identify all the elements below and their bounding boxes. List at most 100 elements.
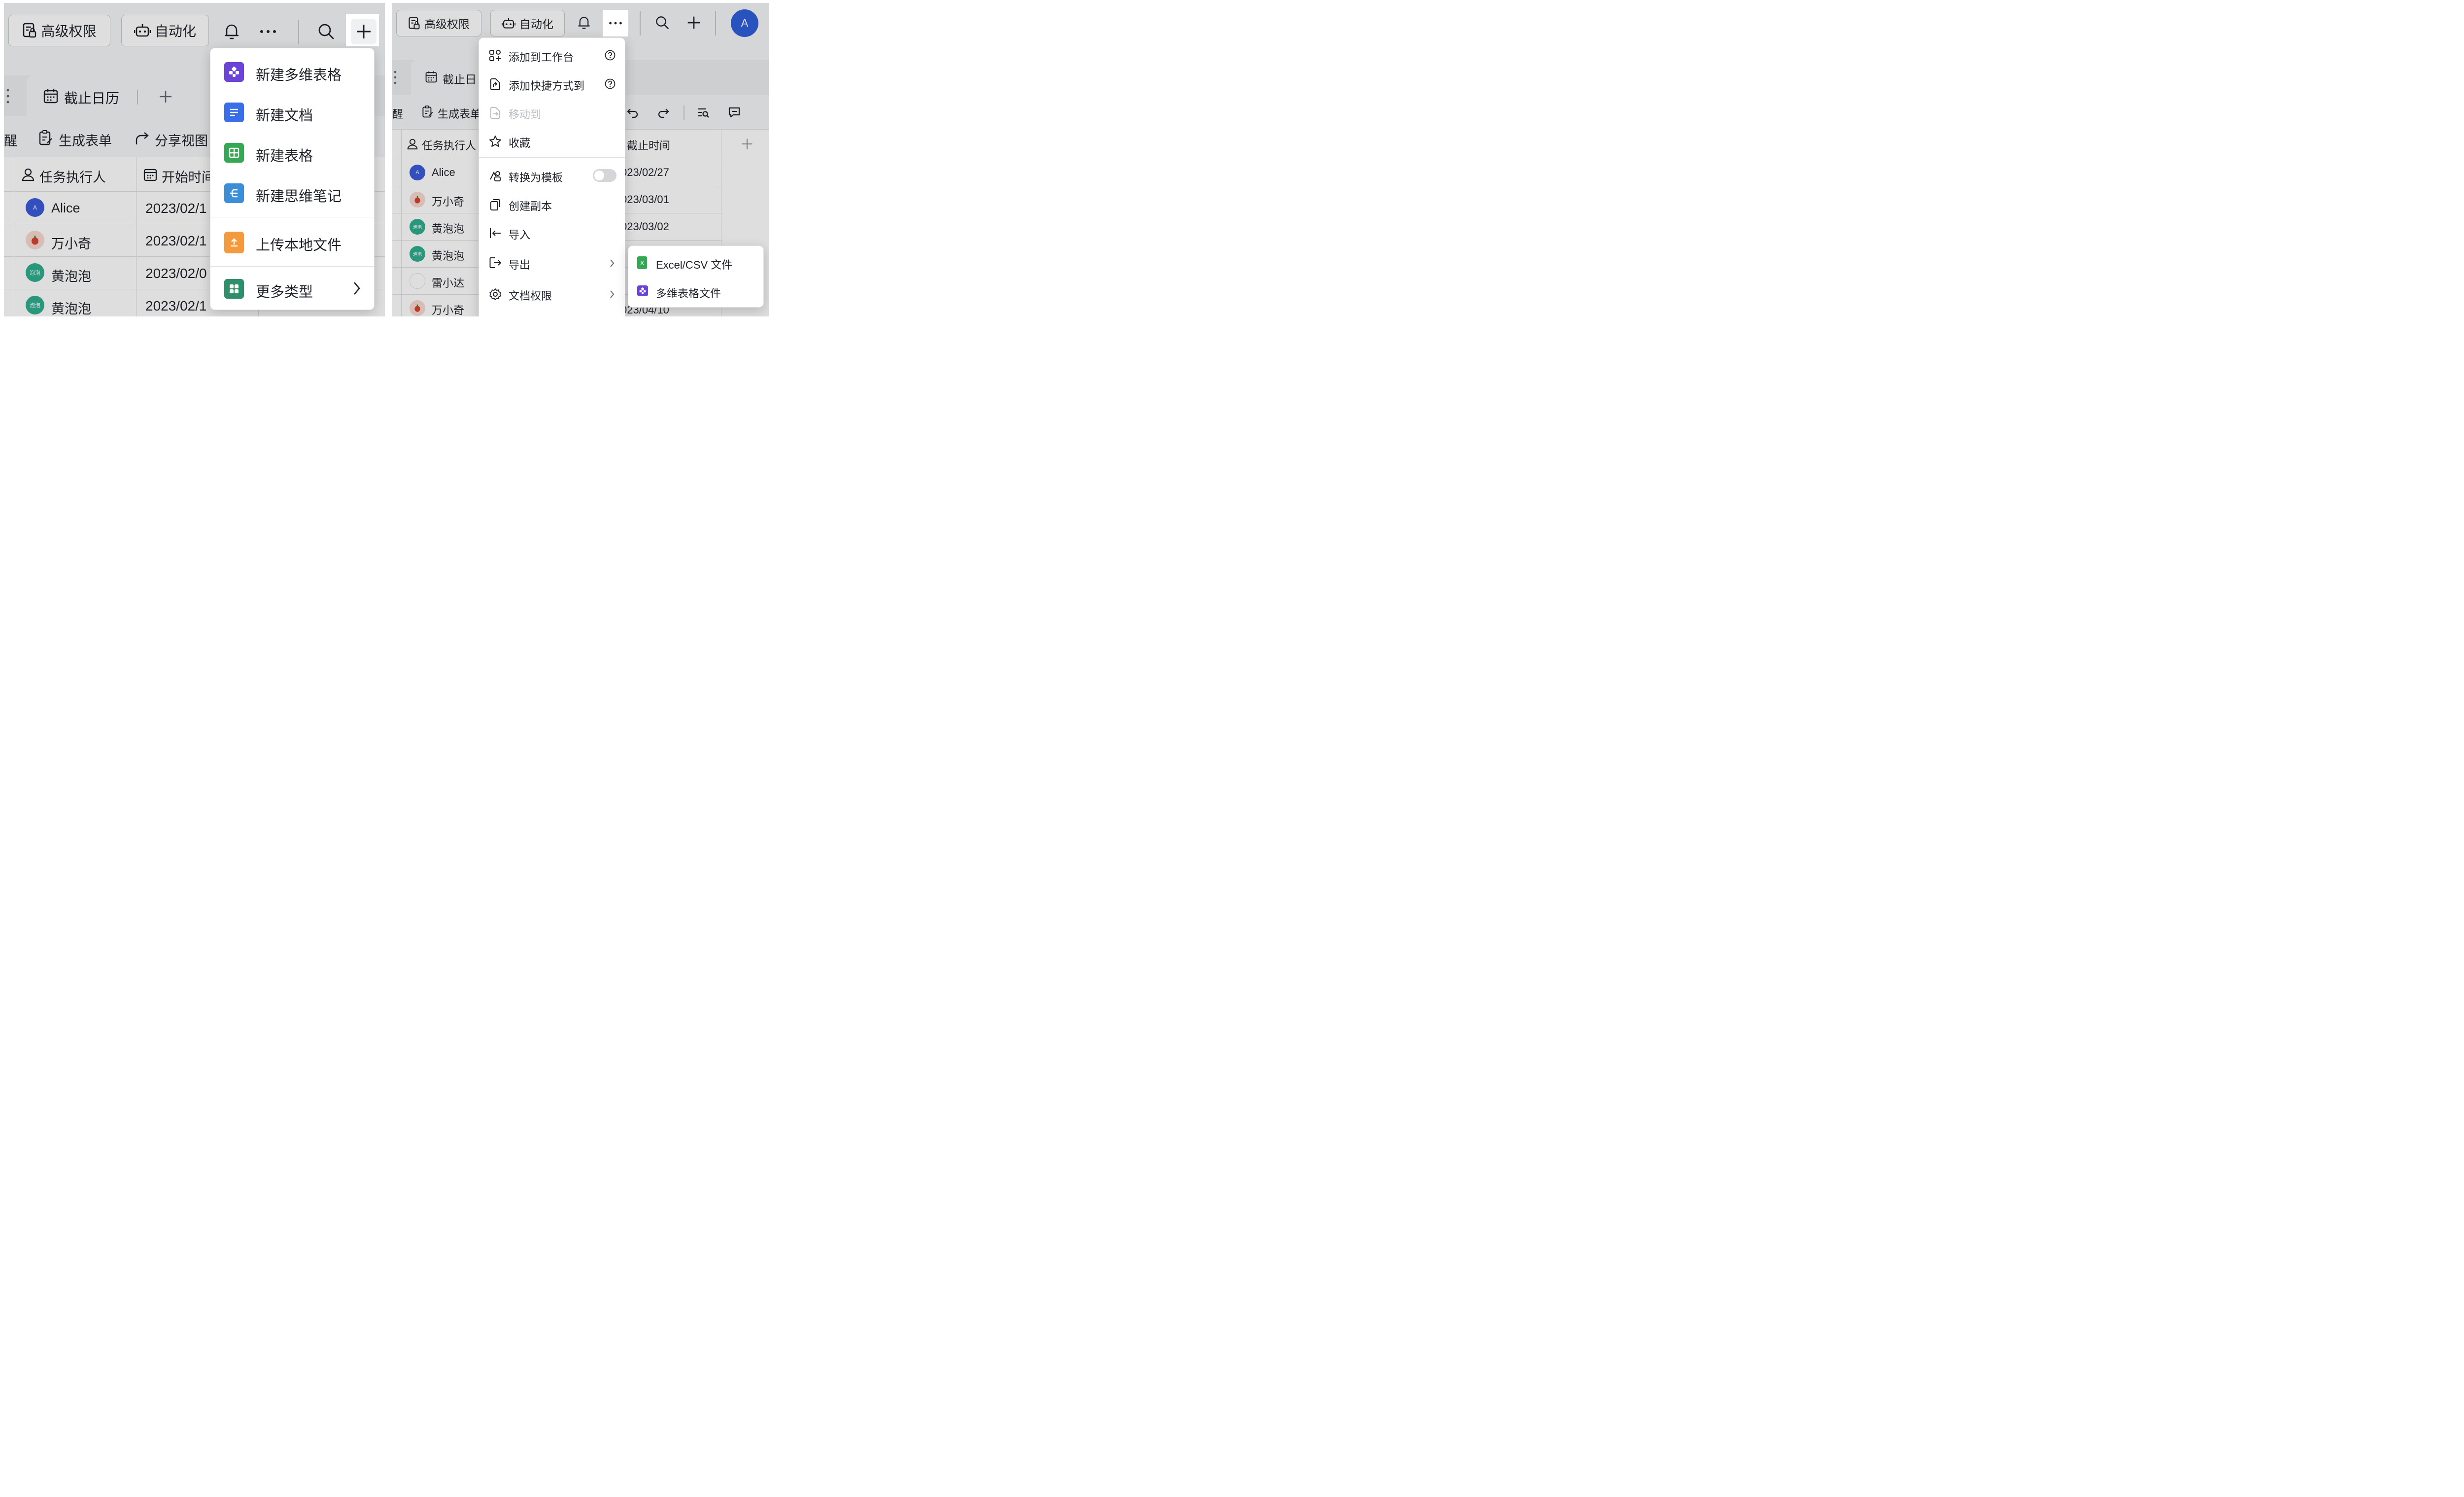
find-icon[interactable] xyxy=(696,104,712,120)
avatar: 泡泡 xyxy=(410,246,425,262)
star-icon xyxy=(489,135,502,150)
share-view-action[interactable]: 分享视图 xyxy=(155,130,208,149)
avatar xyxy=(410,273,425,289)
menu-item-label: 新建多维表格 xyxy=(256,68,342,83)
date-column-icon xyxy=(143,168,157,184)
pepper-icon xyxy=(414,304,420,312)
menu-item-doc-permission[interactable]: 文档权限 xyxy=(479,282,625,305)
user-avatar[interactable]: A xyxy=(731,9,758,37)
menu-item-export[interactable]: 导出 xyxy=(482,249,622,277)
export-bitable-file[interactable]: 多维表格文件 xyxy=(628,279,763,304)
bitable-icon xyxy=(637,285,648,296)
template-toggle[interactable] xyxy=(593,169,616,182)
add-button[interactable] xyxy=(351,19,376,44)
row-assignee: 雷小达 xyxy=(432,277,465,289)
bell-icon[interactable] xyxy=(221,21,242,42)
more-menu: 添加到工作台 添加快捷方式到 移动到 收藏 转换为模板 创建副本 导入 导出 文… xyxy=(479,37,625,316)
left-tab-dots[interactable] xyxy=(6,88,11,104)
more-dots-icon[interactable] xyxy=(257,21,279,42)
export-excel-csv[interactable]: X Excel/CSV 文件 xyxy=(628,250,763,276)
menu-item-move-to: 移动到 xyxy=(479,101,625,124)
import-icon xyxy=(489,227,502,242)
template-icon xyxy=(489,170,502,185)
menu-item-label: 上传本地文件 xyxy=(256,238,342,253)
toolbar-divider xyxy=(298,20,299,44)
avatar xyxy=(410,192,425,208)
avatar xyxy=(26,231,44,249)
menu-item-label: 导出 xyxy=(509,259,531,271)
avatar: 泡泡 xyxy=(26,263,44,282)
row-assignee: 万小奇 xyxy=(432,196,465,208)
chevron-right-icon xyxy=(352,281,361,298)
menu-item-add-to-workspace[interactable]: 添加到工作台 xyxy=(479,44,625,67)
column-header-due-time[interactable]: 截止时间 xyxy=(627,137,670,153)
menu-item-new-sheet[interactable]: 新建表格 xyxy=(210,138,374,168)
row-start-date: 2023/02/1 xyxy=(145,233,207,248)
mindnote-icon xyxy=(224,183,244,203)
more-dots-icon[interactable] xyxy=(605,14,626,33)
more-types-icon xyxy=(224,279,244,299)
menu-item-new-mindnote[interactable]: 新建思维笔记 xyxy=(210,178,374,208)
row-assignee: Alice xyxy=(51,201,80,215)
person-icon xyxy=(22,168,34,184)
undo-icon[interactable] xyxy=(625,104,641,120)
avatar: A xyxy=(410,165,425,180)
robot-icon xyxy=(502,18,515,29)
shortcut-icon xyxy=(489,78,502,93)
gear-icon xyxy=(489,288,502,303)
menu-item-label: 更多类型 xyxy=(256,284,313,300)
right-tab-dots[interactable] xyxy=(393,70,398,85)
advanced-permission-button[interactable]: 高级权限 xyxy=(8,15,110,46)
add-column-icon[interactable] xyxy=(739,136,755,152)
column-header-start-time[interactable]: 开始时间 xyxy=(162,167,215,186)
add-icon[interactable] xyxy=(685,14,703,32)
form-icon xyxy=(38,130,53,148)
menu-item-label: 文档权限 xyxy=(509,290,552,302)
search-icon[interactable] xyxy=(315,21,337,42)
row-due-date: 023/02/27 xyxy=(621,166,669,178)
menu-item-duplicate[interactable]: 创建副本 xyxy=(479,193,625,215)
add-tab-icon[interactable] xyxy=(157,88,174,105)
bell-icon[interactable] xyxy=(575,14,593,32)
form-icon xyxy=(422,105,434,121)
column-header-assignee[interactable]: 任务执行人 xyxy=(422,137,476,153)
help-icon[interactable] xyxy=(605,50,616,63)
avatar: A xyxy=(26,198,44,217)
row-assignee: Alice xyxy=(432,166,455,178)
menu-item-add-shortcut[interactable]: 添加快捷方式到 xyxy=(479,72,625,95)
column-header-assignee[interactable]: 任务执行人 xyxy=(39,167,106,186)
reminder-action[interactable]: 醒 xyxy=(392,105,403,121)
row-start-date: 2023/02/0 xyxy=(145,266,207,281)
menu-item-label: 转换为模板 xyxy=(509,172,563,184)
automation-button[interactable]: 自动化 xyxy=(121,15,209,46)
search-icon[interactable] xyxy=(653,14,671,32)
generate-form-action[interactable]: 生成表单 xyxy=(59,130,112,149)
row-due-date: 023/03/02 xyxy=(621,220,669,233)
reminder-action[interactable]: 醒 xyxy=(4,130,17,149)
right-panel: 高级权限 自动化 A 截止日 醒 生成表单 任务执行人 截止时间 A Alice… xyxy=(392,3,769,316)
automation-label: 自动化 xyxy=(519,18,553,31)
tab-calendar-label: 截止日历 xyxy=(64,91,120,106)
chevron-right-icon xyxy=(609,289,615,302)
advanced-permission-button[interactable]: 高级权限 xyxy=(396,10,481,36)
menu-item-import[interactable]: 导入 xyxy=(479,221,625,244)
menu-item-new-doc[interactable]: 新建文档 xyxy=(210,98,374,127)
menu-item-upload-file[interactable]: 上传本地文件 xyxy=(213,221,371,263)
menu-item-label: 新建表格 xyxy=(256,148,313,164)
workspace-add-icon xyxy=(489,49,502,65)
help-icon[interactable] xyxy=(605,78,616,92)
menu-item-favorite[interactable]: 收藏 xyxy=(479,130,625,152)
avatar: 泡泡 xyxy=(26,296,44,314)
menu-item-new-bitable[interactable]: 新建多维表格 xyxy=(210,57,374,87)
menu-item-more-types[interactable]: 更多类型 xyxy=(210,274,374,304)
automation-button[interactable]: 自动化 xyxy=(490,10,565,36)
permission-doc-icon xyxy=(23,23,36,38)
redo-icon[interactable] xyxy=(655,104,671,120)
comment-icon[interactable] xyxy=(726,104,742,120)
menu-item-label: 创建副本 xyxy=(509,200,552,212)
generate-form-action[interactable]: 生成表单 xyxy=(438,105,481,121)
menu-item-label: 新建文档 xyxy=(256,108,313,124)
menu-item-convert-template[interactable]: 转换为模板 xyxy=(479,164,625,187)
row-assignee: 万小奇 xyxy=(51,237,91,251)
left-panel: 高级权限 自动化 截止日历 醒 生成表单 分享视图 任务执行人 开始时间 A A… xyxy=(4,3,385,316)
